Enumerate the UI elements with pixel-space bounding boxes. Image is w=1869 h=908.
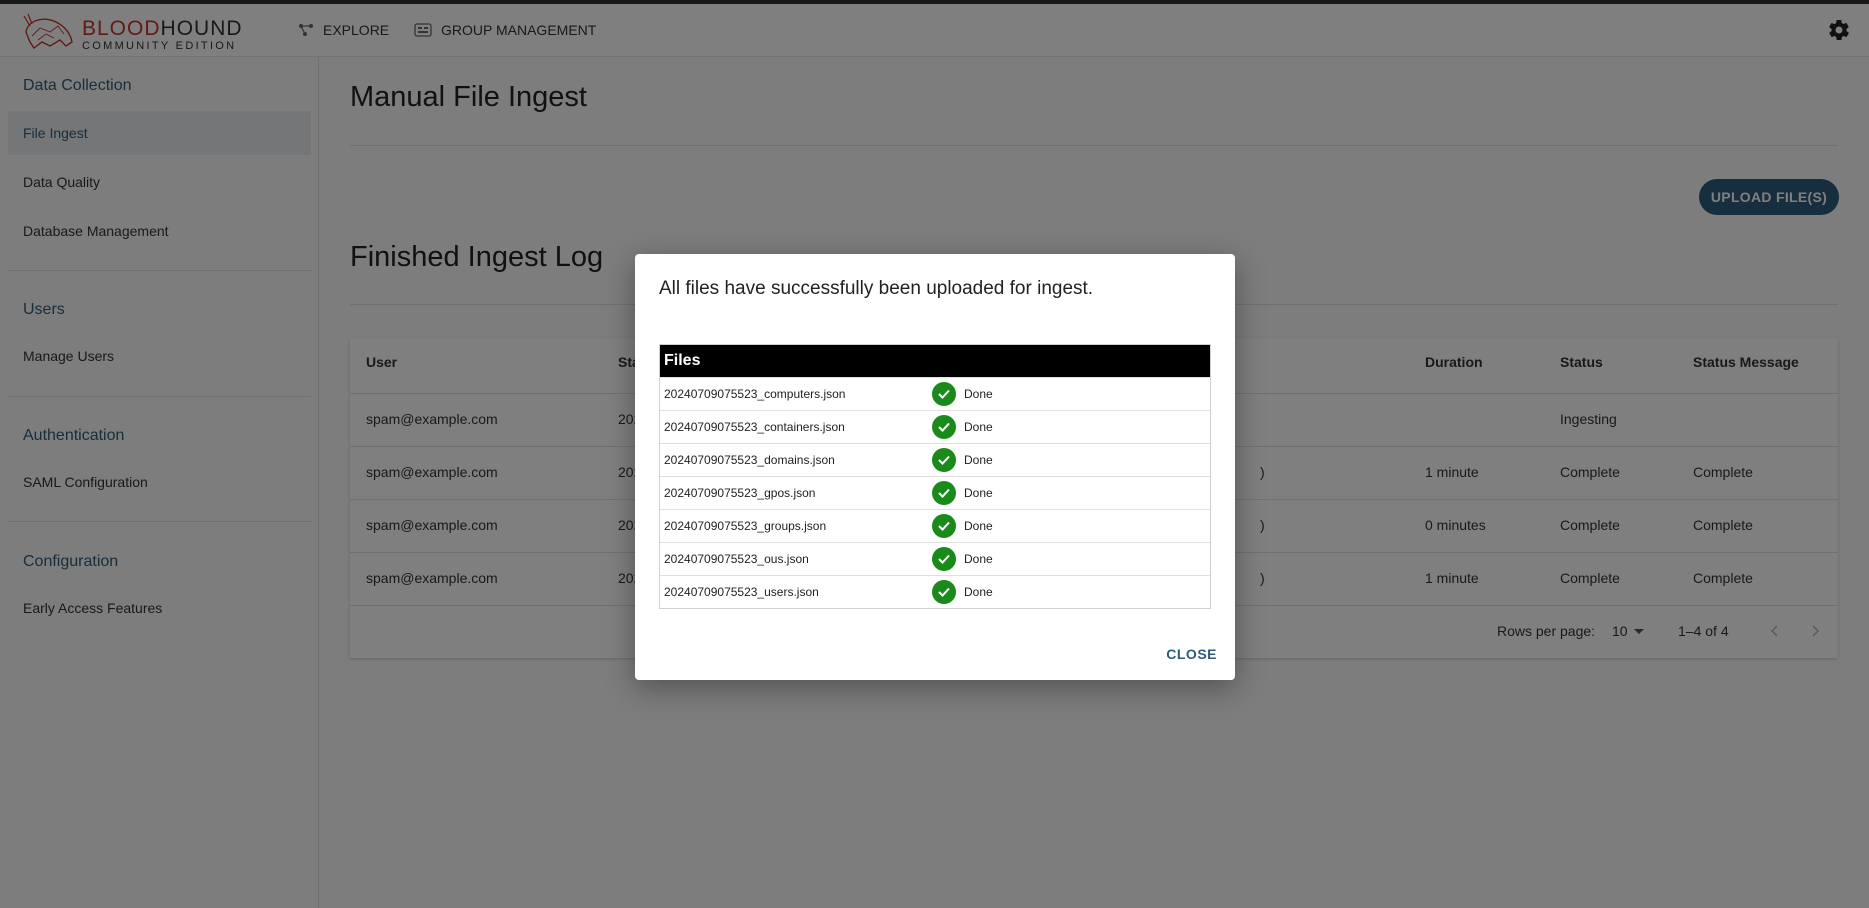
file-name: 20240709075523_gpos.json [664, 486, 816, 500]
close-button[interactable]: CLOSE [1166, 646, 1217, 662]
success-check-icon [932, 580, 956, 604]
file-status: Done [964, 453, 993, 467]
file-name: 20240709075523_users.json [664, 585, 819, 599]
file-status: Done [964, 552, 993, 566]
file-row: 20240709075523_users.json Done [660, 575, 1210, 608]
file-row: 20240709075523_computers.json Done [660, 377, 1210, 410]
file-name: 20240709075523_domains.json [664, 453, 835, 467]
file-status: Done [964, 420, 993, 434]
files-table-header: Files [660, 345, 1210, 377]
file-name: 20240709075523_groups.json [664, 519, 827, 533]
file-row: 20240709075523_groups.json Done [660, 509, 1210, 542]
file-row: 20240709075523_containers.json Done [660, 410, 1210, 443]
success-check-icon [932, 382, 956, 406]
file-name: 20240709075523_computers.json [664, 387, 846, 401]
file-name: 20240709075523_containers.json [664, 420, 845, 434]
files-table: Files 20240709075523_computers.json Done… [659, 344, 1211, 609]
dialog-title: All files have successfully been uploade… [659, 278, 1094, 299]
success-check-icon [932, 481, 956, 505]
file-status: Done [964, 486, 993, 500]
file-name: 20240709075523_ous.json [664, 552, 809, 566]
file-status: Done [964, 519, 993, 533]
success-check-icon [932, 514, 956, 538]
file-row: 20240709075523_ous.json Done [660, 542, 1210, 575]
success-check-icon [932, 547, 956, 571]
upload-success-dialog: All files have successfully been uploade… [635, 254, 1235, 680]
file-row: 20240709075523_domains.json Done [660, 443, 1210, 476]
file-status: Done [964, 387, 993, 401]
file-row: 20240709075523_gpos.json Done [660, 476, 1210, 509]
success-check-icon [932, 415, 956, 439]
success-check-icon [932, 448, 956, 472]
file-status: Done [964, 585, 993, 599]
